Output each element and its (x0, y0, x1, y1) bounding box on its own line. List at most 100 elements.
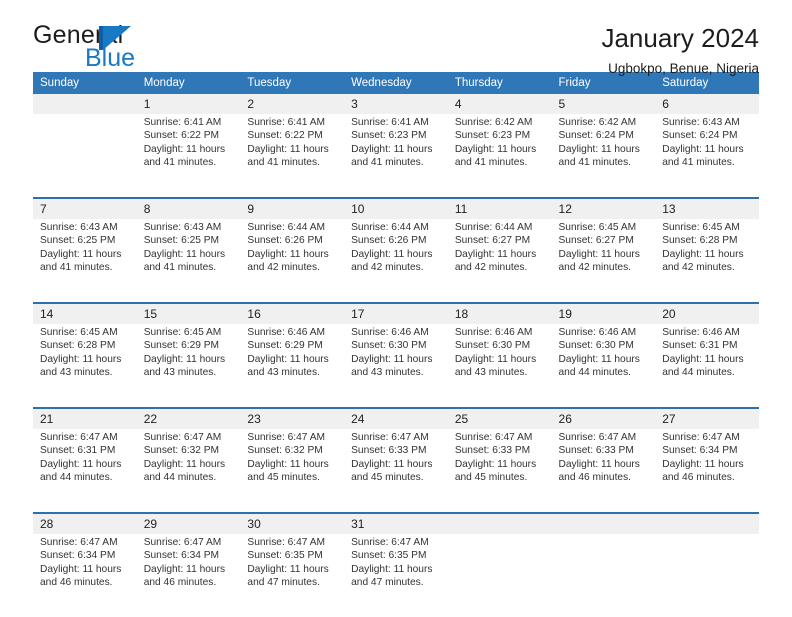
day-cell-details[interactable]: Sunrise: 6:45 AM Sunset: 6:28 PM Daylight:… (655, 219, 759, 303)
day-number[interactable]: 10 (344, 198, 448, 219)
day-cell-details[interactable]: Sunrise: 6:47 AM Sunset: 6:35 PM Daylight:… (240, 534, 345, 617)
daylight-text-line2: and 45 minutes. (247, 472, 320, 484)
daylight-text-line2: and 42 minutes. (247, 262, 320, 274)
daylight-text-line1: Daylight: 11 hours (247, 458, 329, 470)
day-number[interactable]: 18 (447, 303, 552, 324)
sunrise-text: Sunrise: 6:43 AM (40, 222, 118, 233)
day-number[interactable]: 12 (551, 198, 656, 219)
empty-day-cell (33, 114, 137, 198)
day-cell-details[interactable]: Sunrise: 6:43 AM Sunset: 6:25 PM Daylight:… (136, 219, 241, 303)
day-number[interactable]: 23 (240, 408, 345, 429)
daylight-text-line2: and 42 minutes. (351, 262, 424, 274)
day-number[interactable]: 5 (551, 94, 656, 114)
day-cell-details[interactable]: Sunrise: 6:43 AM Sunset: 6:24 PM Daylight:… (655, 114, 759, 198)
sunset-text: Sunset: 6:33 PM (454, 445, 531, 457)
day-number[interactable]: 13 (655, 198, 759, 219)
day-number[interactable]: 29 (136, 513, 241, 534)
day-cell-details[interactable]: Sunrise: 6:47 AM Sunset: 6:33 PM Daylight:… (551, 429, 656, 513)
day-number[interactable]: 8 (136, 198, 241, 219)
sunset-text: Sunset: 6:32 PM (143, 445, 220, 457)
day-cell-details[interactable]: Sunrise: 6:47 AM Sunset: 6:34 PM Daylight:… (33, 534, 137, 617)
day-cell-details[interactable]: Sunrise: 6:47 AM Sunset: 6:32 PM Daylight:… (240, 429, 345, 513)
day-cell-details[interactable]: Sunrise: 6:44 AM Sunset: 6:26 PM Daylight:… (240, 219, 345, 303)
sunrise-text: Sunrise: 6:47 AM (351, 432, 429, 443)
day-number[interactable]: 14 (33, 303, 137, 324)
day-number[interactable]: 17 (344, 303, 448, 324)
daylight-text-line2: and 41 minutes. (662, 157, 735, 169)
day-cell-details[interactable]: Sunrise: 6:47 AM Sunset: 6:34 PM Daylight:… (136, 534, 241, 617)
day-number[interactable]: 31 (344, 513, 448, 534)
day-cell-details[interactable]: Sunrise: 6:47 AM Sunset: 6:33 PM Daylight:… (447, 429, 552, 513)
day-number[interactable]: 4 (447, 94, 552, 114)
day-number[interactable]: 3 (344, 94, 448, 114)
day-cell-details[interactable]: Sunrise: 6:47 AM Sunset: 6:32 PM Daylight:… (136, 429, 241, 513)
day-cell-details[interactable]: Sunrise: 6:44 AM Sunset: 6:26 PM Daylight:… (344, 219, 448, 303)
day-cell-details[interactable]: Sunrise: 6:46 AM Sunset: 6:29 PM Daylight:… (240, 324, 345, 408)
day-cell-details[interactable]: Sunrise: 6:46 AM Sunset: 6:30 PM Daylight:… (447, 324, 552, 408)
sunrise-text: Sunrise: 6:47 AM (247, 432, 325, 443)
day-cell-details[interactable]: Sunrise: 6:42 AM Sunset: 6:23 PM Daylight:… (447, 114, 552, 198)
empty-day-number (447, 513, 552, 534)
logo-text-blue: Blue (85, 44, 136, 72)
daylight-text-line1: Daylight: 11 hours (40, 248, 122, 260)
day-cell-details[interactable]: Sunrise: 6:45 AM Sunset: 6:27 PM Daylight:… (551, 219, 656, 303)
day-cell-details[interactable]: Sunrise: 6:45 AM Sunset: 6:29 PM Daylight:… (136, 324, 241, 408)
day-cell-details[interactable]: Sunrise: 6:42 AM Sunset: 6:24 PM Daylight:… (551, 114, 656, 198)
day-number[interactable]: 28 (33, 513, 137, 534)
sunset-text: Sunset: 6:31 PM (40, 445, 116, 457)
sunrise-text: Sunrise: 6:46 AM (247, 327, 325, 338)
daylight-text-line1: Daylight: 11 hours (662, 458, 744, 470)
day-cell-details[interactable]: Sunrise: 6:43 AM Sunset: 6:25 PM Daylight:… (33, 219, 137, 303)
day-cell-details[interactable]: Sunrise: 6:46 AM Sunset: 6:30 PM Daylight:… (551, 324, 656, 408)
day-number[interactable]: 20 (655, 303, 759, 324)
day-number[interactable]: 2 (240, 94, 345, 114)
daylight-text-line1: Daylight: 11 hours (454, 458, 537, 470)
day-cell-details[interactable]: Sunrise: 6:47 AM Sunset: 6:31 PM Daylight:… (33, 429, 137, 513)
day-number[interactable]: 7 (33, 198, 137, 219)
daylight-text-line2: and 43 minutes. (143, 367, 217, 379)
daylight-text-line2: and 41 minutes. (351, 157, 424, 169)
sunrise-text: Sunrise: 6:47 AM (454, 432, 533, 443)
day-header-monday: Monday (136, 72, 241, 94)
day-number[interactable]: 19 (551, 303, 656, 324)
sunset-text: Sunset: 6:34 PM (40, 550, 116, 562)
day-cell-details[interactable]: Sunrise: 6:47 AM Sunset: 6:35 PM Daylight:… (344, 534, 448, 617)
daylight-text-line2: and 44 minutes. (143, 472, 217, 484)
day-cell-details[interactable]: Sunrise: 6:46 AM Sunset: 6:31 PM Daylight:… (655, 324, 759, 408)
day-number[interactable]: 6 (655, 94, 759, 114)
day-cell-details[interactable]: Sunrise: 6:41 AM Sunset: 6:23 PM Daylight:… (344, 114, 448, 198)
day-cell-details[interactable]: Sunrise: 6:47 AM Sunset: 6:33 PM Daylight:… (344, 429, 448, 513)
day-number[interactable]: 25 (447, 408, 552, 429)
sunset-text: Sunset: 6:32 PM (247, 445, 323, 457)
day-number[interactable]: 24 (344, 408, 448, 429)
sunrise-text: Sunrise: 6:45 AM (662, 222, 740, 233)
daylight-text-line1: Daylight: 11 hours (558, 143, 640, 155)
empty-day-number (33, 94, 137, 114)
daylight-text-line1: Daylight: 11 hours (40, 353, 122, 365)
empty-day-number (655, 513, 759, 534)
day-cell-details[interactable]: Sunrise: 6:41 AM Sunset: 6:22 PM Daylight:… (240, 114, 345, 198)
day-number[interactable]: 1 (136, 94, 241, 114)
week-day-number-row: 14 15 16 17 18 19 20 (33, 303, 759, 324)
day-number[interactable]: 27 (655, 408, 759, 429)
day-number[interactable]: 15 (136, 303, 241, 324)
day-number[interactable]: 11 (447, 198, 552, 219)
day-cell-details[interactable]: Sunrise: 6:47 AM Sunset: 6:34 PM Daylight:… (655, 429, 759, 513)
day-cell-details[interactable]: Sunrise: 6:44 AM Sunset: 6:27 PM Daylight:… (447, 219, 552, 303)
daylight-text-line2: and 42 minutes. (558, 262, 632, 274)
day-number[interactable]: 9 (240, 198, 345, 219)
day-number[interactable]: 16 (240, 303, 345, 324)
day-number[interactable]: 22 (136, 408, 241, 429)
daylight-text-line1: Daylight: 11 hours (558, 248, 640, 260)
day-number[interactable]: 21 (33, 408, 137, 429)
week-detail-row: Sunrise: 6:47 AM Sunset: 6:34 PM Daylight:… (33, 534, 759, 617)
day-cell-details[interactable]: Sunrise: 6:46 AM Sunset: 6:30 PM Daylight:… (344, 324, 448, 408)
sunrise-text: Sunrise: 6:45 AM (558, 222, 637, 233)
day-cell-details[interactable]: Sunrise: 6:45 AM Sunset: 6:28 PM Daylight:… (33, 324, 137, 408)
sunrise-text: Sunrise: 6:47 AM (143, 432, 222, 443)
sunrise-text: Sunrise: 6:47 AM (247, 537, 325, 548)
day-cell-details[interactable]: Sunrise: 6:41 AM Sunset: 6:22 PM Daylight:… (136, 114, 241, 198)
day-number[interactable]: 30 (240, 513, 345, 534)
day-number[interactable]: 26 (551, 408, 656, 429)
sunrise-text: Sunrise: 6:44 AM (247, 222, 325, 233)
